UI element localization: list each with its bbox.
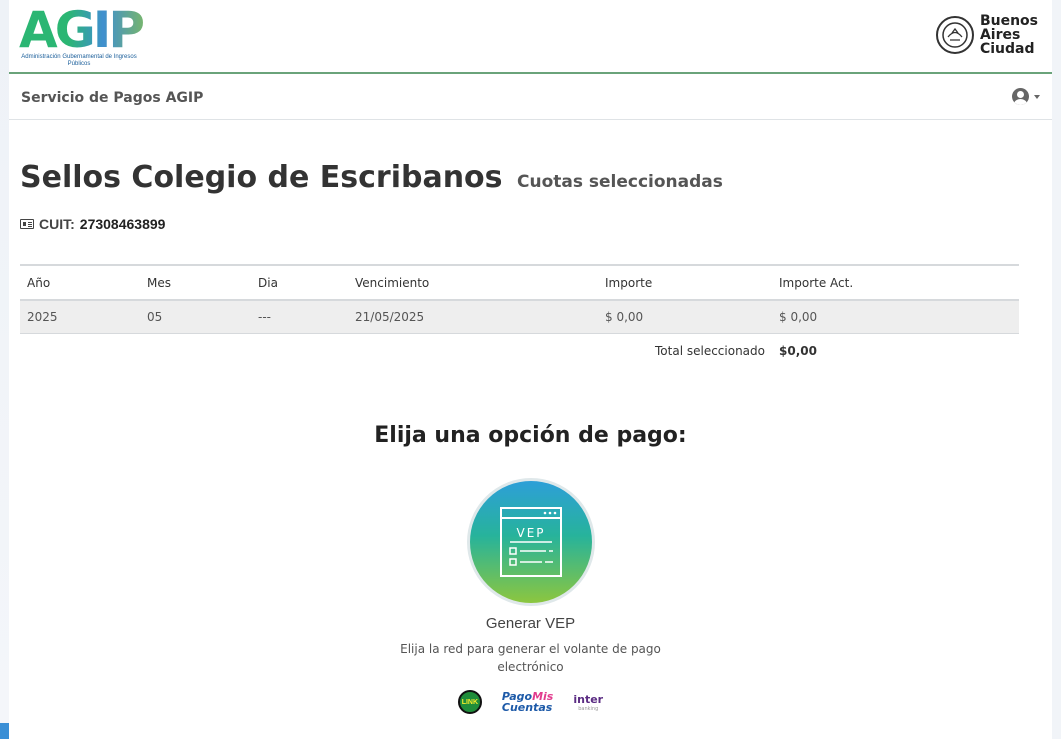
city-logo-line-1: Buenos (979, 13, 1038, 29)
city-logo-line-2: Aires (979, 27, 1021, 43)
page-frame: AGIP Administración Gubernamental de Ing… (0, 0, 1061, 739)
agip-logo-subtitle: Administración Gubernamental de Ingresos… (21, 54, 137, 67)
navbar-brand[interactable]: Servicio de Pagos AGIP (21, 90, 203, 106)
col-header-importe: Importe (598, 265, 772, 301)
page-title-text: Sellos Colegio de Escribanos (20, 160, 503, 195)
pmc-cuentas: Cuentas (501, 701, 553, 714)
cell-importe-act: $ 0,00 (779, 309, 818, 324)
cell-anio: 2025 (27, 309, 58, 324)
interbanking-text: inter (573, 692, 604, 706)
col-header-mes: Mes (140, 265, 251, 301)
vep-label[interactable]: Generar VEP (0, 615, 1061, 632)
col-header-dia: Dia (251, 265, 348, 301)
table-header-row: Año Mes Dia Vencimiento Importe Importe … (20, 265, 1019, 301)
col-header-vencimiento: Vencimiento (348, 265, 598, 301)
pagomiscuentas-network-logo[interactable]: PagoMis Cuentas (502, 691, 553, 713)
cell-importe: $ 0,00 (605, 309, 644, 324)
payment-heading: Elija una opción de pago: (374, 423, 687, 448)
cuit-value: 27308463899 (79, 216, 166, 232)
city-logo-line-3: Ciudad (979, 41, 1035, 57)
interbanking-subtext: banking (578, 705, 599, 712)
left-edge-accent (0, 723, 9, 739)
generate-vep-button[interactable]: VEP (466, 478, 595, 606)
interbanking-network-logo[interactable]: inter banking (573, 693, 603, 712)
top-header: AGIP Administración Gubernamental de Ing… (9, 0, 1052, 74)
total-row: Total seleccionado $0,00 (20, 333, 1019, 369)
user-menu[interactable] (1012, 88, 1040, 105)
link-network-logo[interactable]: LINK (457, 690, 482, 714)
main-content: Sellos Colegio de Escribanos Cuotas sele… (20, 160, 1019, 358)
chevron-down-icon (1034, 94, 1040, 99)
buenos-aires-logo[interactable]: Buenos Aires Ciudad (935, 13, 1038, 57)
cuit-label: CUIT: (39, 216, 75, 232)
payment-networks: LINK PagoMis Cuentas inter banking (0, 690, 1061, 714)
id-card-icon (20, 219, 34, 229)
agip-logo[interactable]: AGIP Administración Gubernamental de Ing… (19, 5, 159, 70)
cell-vencimiento: 21/05/2025 (355, 309, 425, 324)
page-title: Sellos Colegio de Escribanos Cuotas sele… (20, 160, 1019, 200)
col-header-anio: Año (20, 265, 140, 301)
col-header-importe-act: Importe Act. (772, 265, 1019, 301)
page-subtitle: Cuotas seleccionadas (516, 172, 723, 192)
vep-icon-text: VEP (516, 526, 545, 540)
total-label: Total seleccionado (655, 344, 765, 359)
cell-dia: --- (258, 309, 271, 324)
city-seal-icon (935, 16, 974, 54)
cuit-info: CUIT: 27308463899 (20, 216, 1019, 232)
vep-document-icon: VEP (499, 507, 562, 577)
vep-description: Elija la red para generar el volante de … (400, 642, 661, 674)
payment-options: Elija una opción de pago: VEP Generar VE… (0, 423, 1061, 714)
agip-logo-mark: AGIP (19, 5, 159, 55)
cell-mes: 05 (147, 309, 163, 324)
table-row: 2025 05 --- 21/05/2025 $ 0,00 $ 0,00 (20, 300, 1019, 333)
user-circle-icon (1012, 88, 1029, 105)
navbar: Servicio de Pagos AGIP (9, 76, 1052, 120)
installments-table: Año Mes Dia Vencimiento Importe Importe … (20, 264, 1019, 369)
total-value: $0,00 (779, 344, 817, 359)
